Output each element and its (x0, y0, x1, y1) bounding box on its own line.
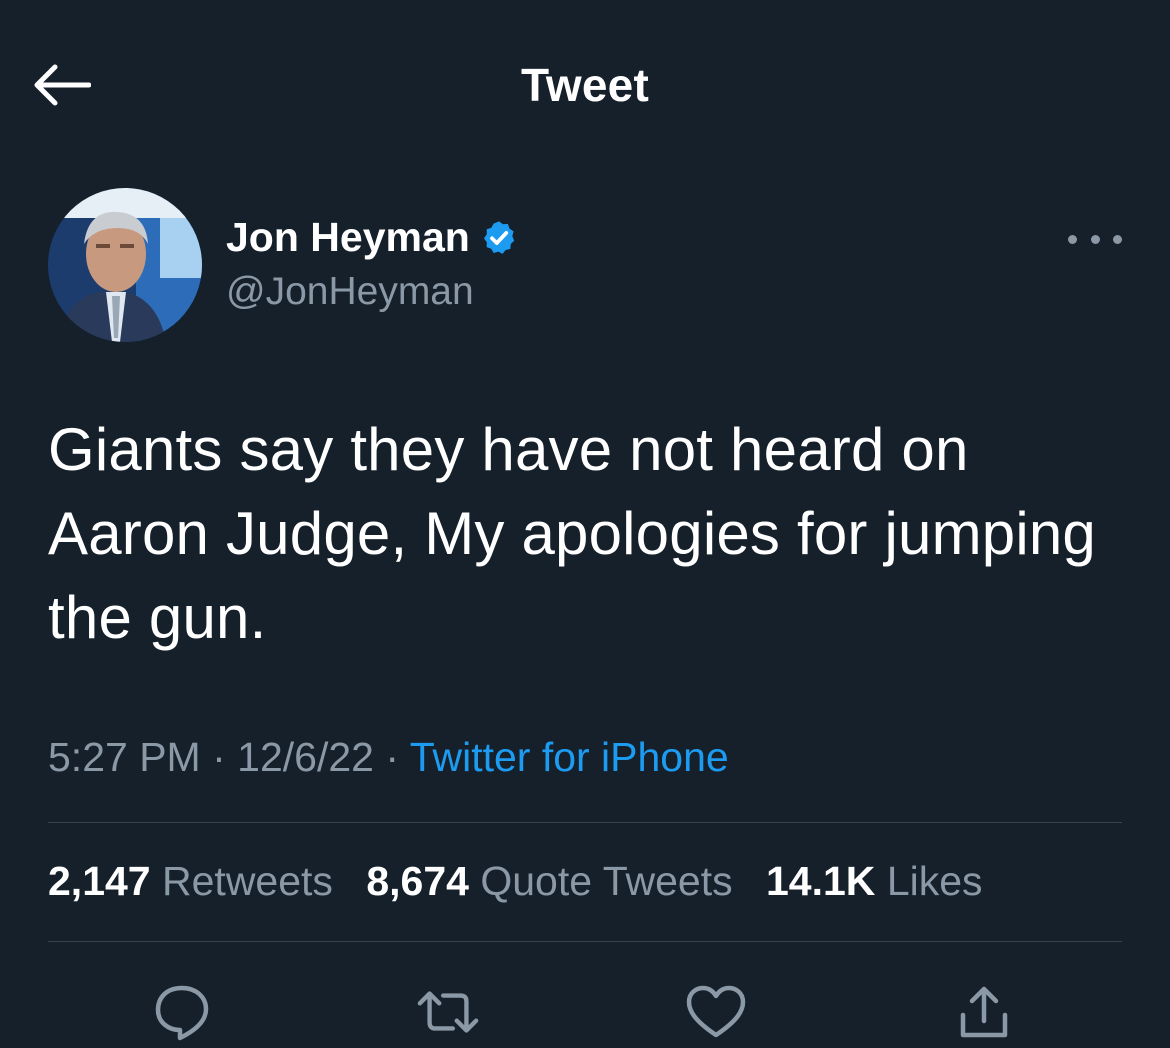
more-options-button[interactable] (1068, 222, 1122, 256)
tweet-date[interactable]: 12/6/22 (237, 734, 374, 780)
tweet-detail-page: Tweet Jon Heyman @JonHeyman Giants say t… (0, 0, 1170, 1048)
avatar[interactable] (48, 188, 202, 342)
retweets-label: Retweets (162, 858, 333, 904)
retweets-stat[interactable]: 2,147 Retweets (48, 858, 333, 904)
tweet-text: Giants say they have not heard on Aaron … (48, 416, 1096, 651)
reply-button[interactable] (150, 980, 214, 1044)
likes-label: Likes (886, 858, 983, 904)
likes-stat[interactable]: 14.1K Likes (766, 858, 983, 904)
meta-separator: · (385, 734, 400, 780)
quote-tweets-label: Quote Tweets (480, 858, 733, 904)
more-dot-icon (1090, 234, 1100, 244)
retweet-icon (417, 991, 479, 1033)
avatar-photo (48, 188, 202, 342)
author-handle[interactable]: @JonHeyman (226, 270, 474, 314)
author-display-name: Jon Heyman (226, 214, 470, 260)
verified-badge-icon (483, 220, 515, 254)
more-dot-icon (1113, 234, 1122, 244)
retweet-button[interactable] (416, 980, 480, 1044)
author-name[interactable]: Jon Heyman (226, 214, 518, 261)
tweet-stats: 2,147 Retweets 8,674 Quote Tweets 14.1K … (48, 858, 1005, 905)
divider (48, 941, 1122, 942)
tweet-meta: 5:27 PM · 12/6/22 · Twitter for iPhone (48, 734, 729, 781)
meta-separator: · (212, 734, 226, 780)
reply-icon (155, 985, 209, 1041)
share-button[interactable] (952, 980, 1016, 1044)
tweet-time[interactable]: 5:27 PM (48, 734, 201, 780)
like-button[interactable] (684, 980, 748, 1044)
retweets-count: 2,147 (48, 858, 151, 904)
page-title: Tweet (521, 59, 649, 111)
quote-tweets-stat[interactable]: 8,674 Quote Tweets (366, 858, 732, 904)
share-icon (960, 986, 1008, 1038)
quote-tweets-count: 8,674 (366, 858, 469, 904)
divider (48, 822, 1122, 823)
top-bar: Tweet (0, 0, 1170, 170)
more-dot-icon (1068, 234, 1077, 244)
tweet-source-link[interactable]: Twitter for iPhone (410, 734, 729, 780)
like-icon (686, 985, 746, 1038)
likes-count: 14.1K (766, 858, 876, 904)
